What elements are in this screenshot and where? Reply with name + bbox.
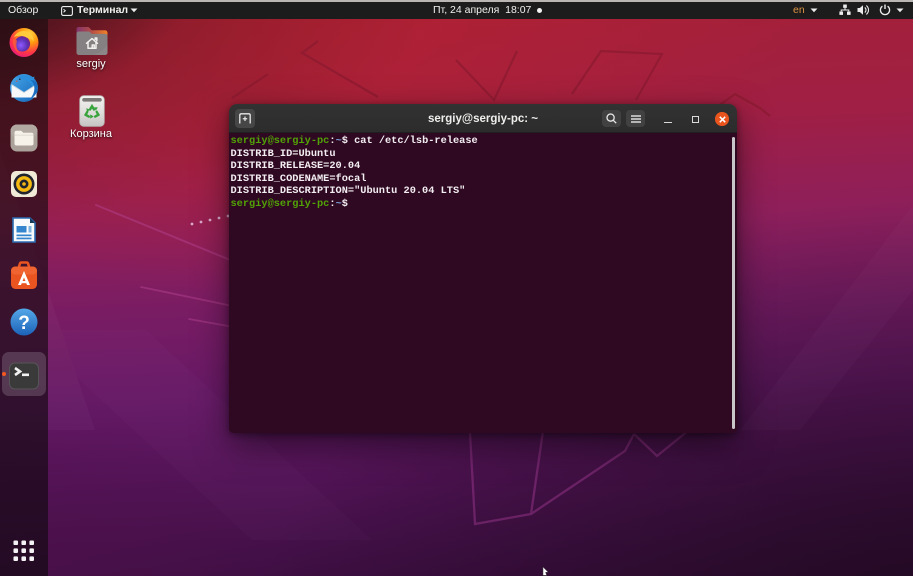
svg-text:?: ? [18, 313, 30, 334]
